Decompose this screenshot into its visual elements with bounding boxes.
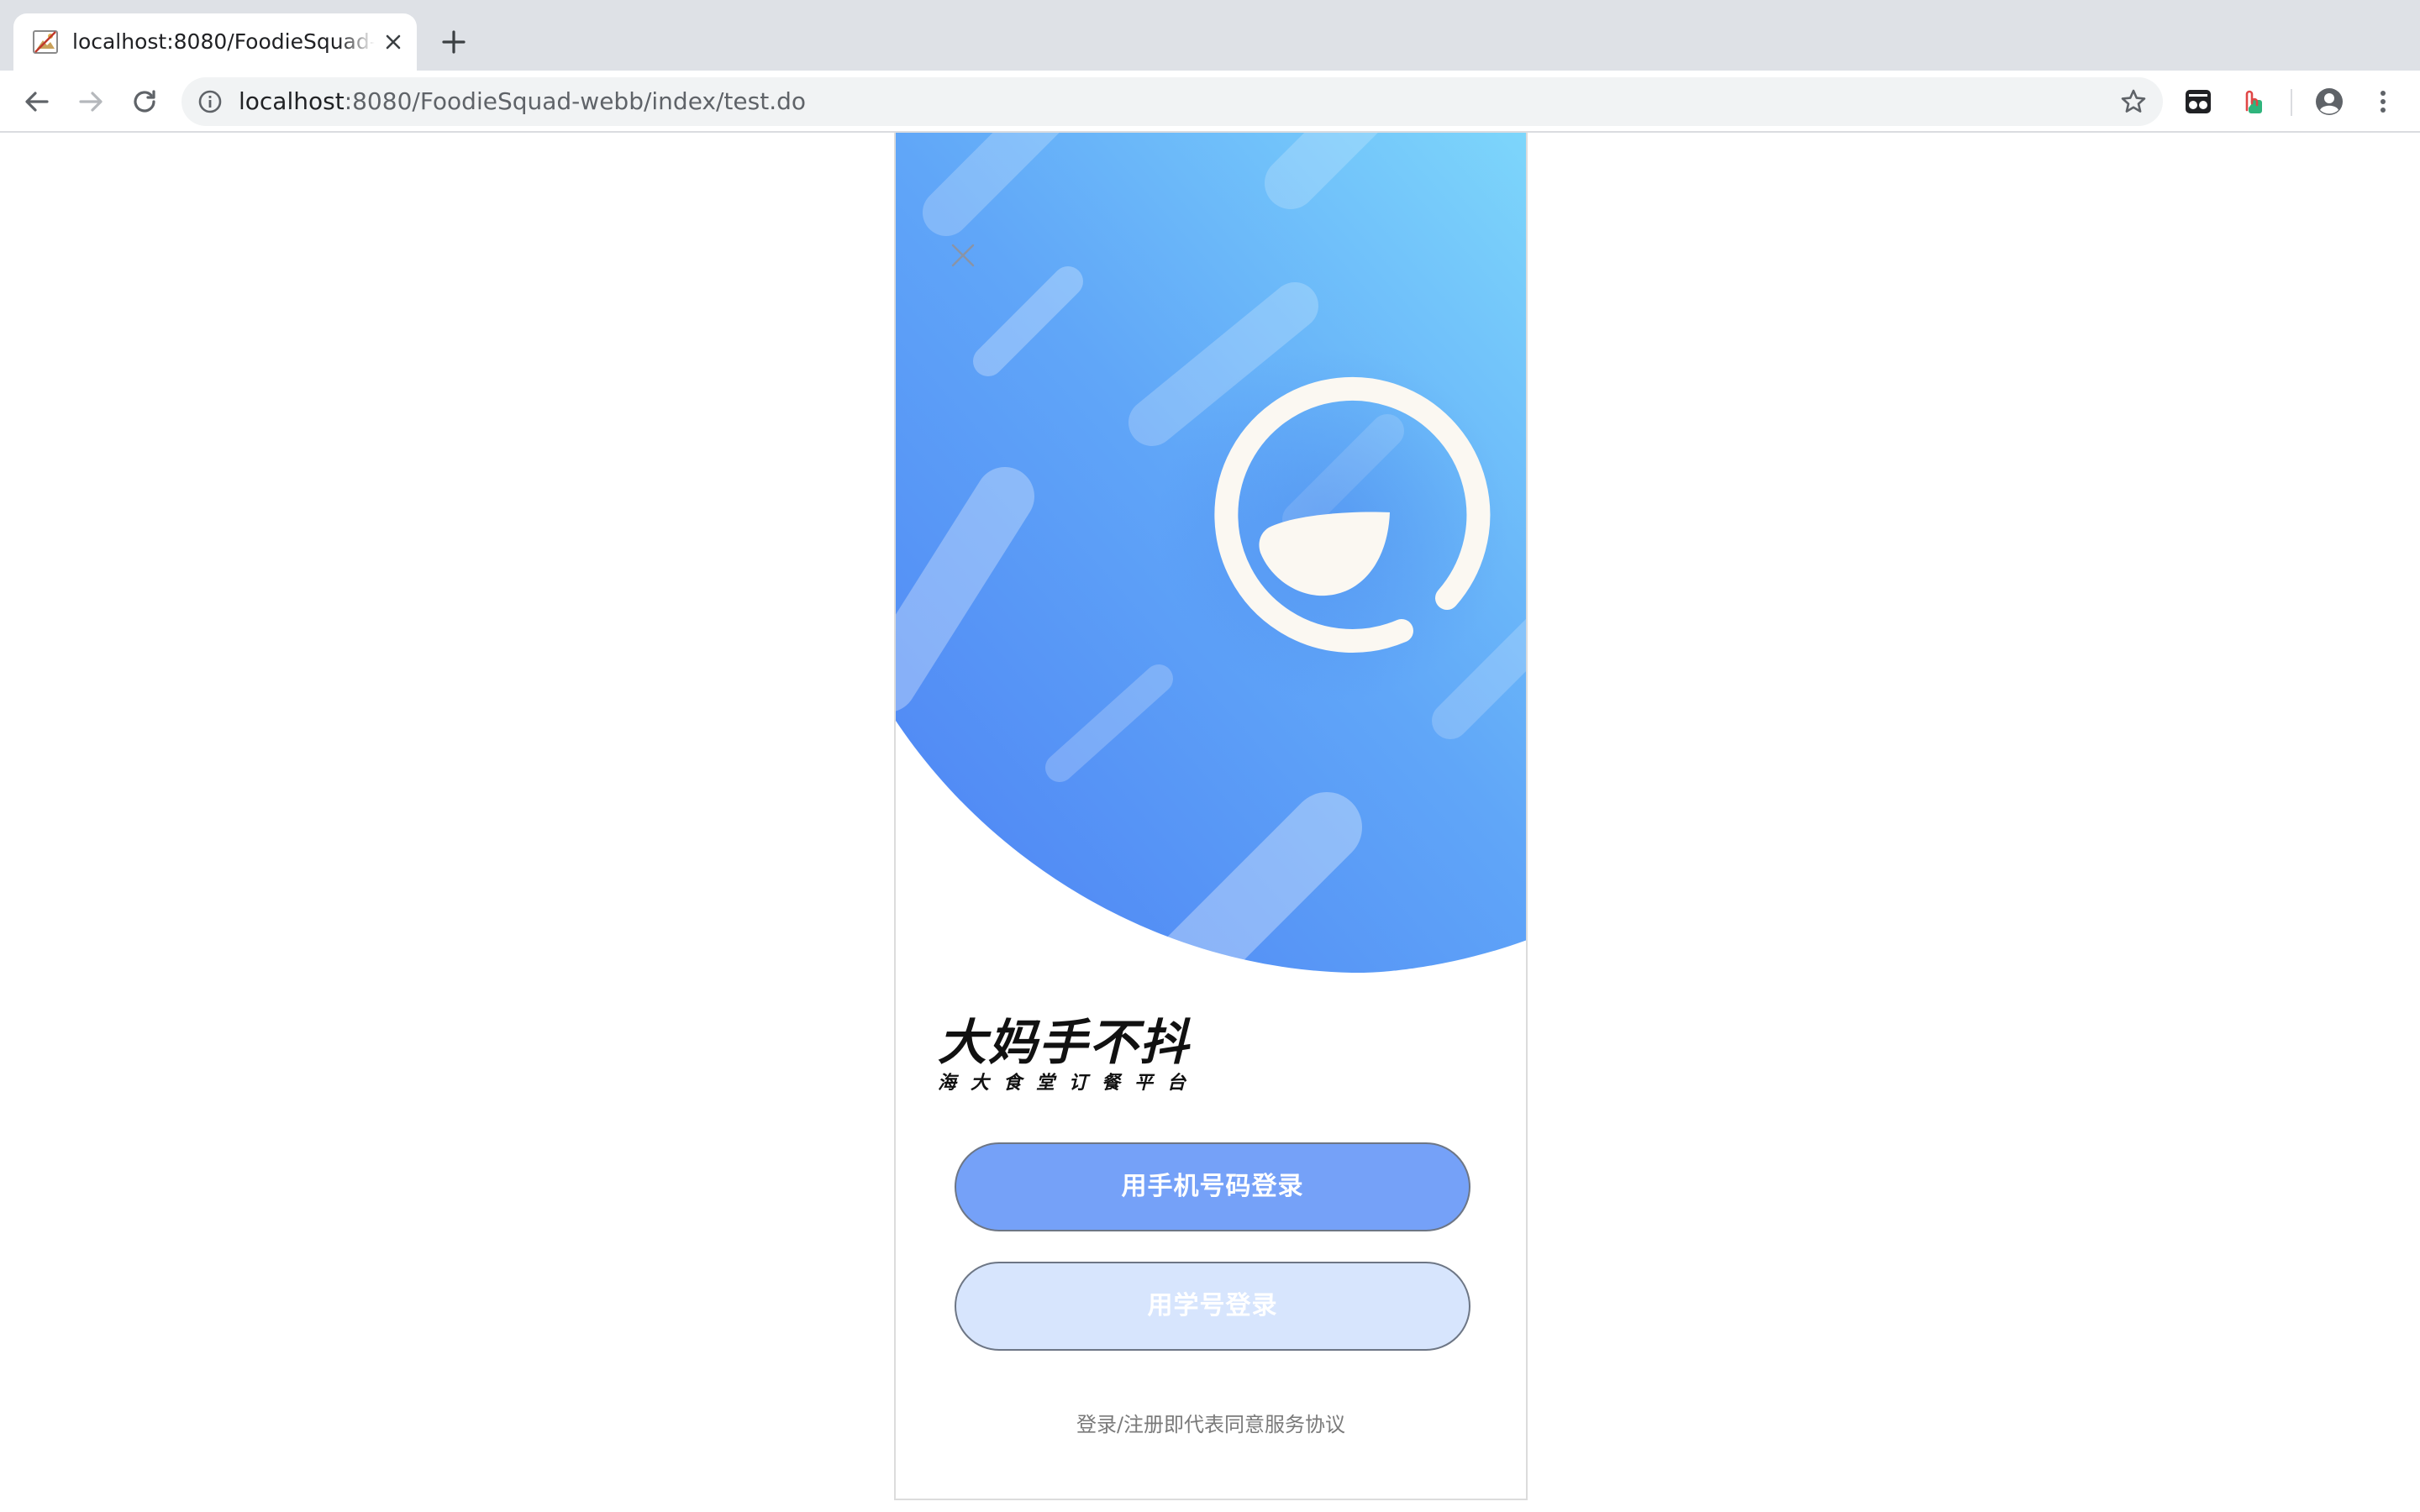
forward-arrow-icon[interactable] — [74, 85, 108, 118]
touch-extension-icon[interactable] — [2237, 87, 2267, 117]
brand-subtitle: 海大食堂订餐平台 — [938, 1073, 1201, 1094]
url-host: localhost — [239, 87, 345, 115]
brand-title: 大妈手不抖 — [938, 1014, 1191, 1071]
page-viewport: 大妈手不抖 海大食堂订餐平台 用手机号码登录 用学号登录 登录/注册即代表同意服… — [0, 133, 2420, 1512]
tab-strip: localhost:8080/FoodieSquad-webb/index/te… — [0, 0, 2420, 71]
site-info-icon[interactable] — [197, 88, 224, 115]
url-text[interactable]: localhost:8080/FoodieSquad-webb/index/te… — [239, 77, 806, 126]
close-icon[interactable] — [948, 240, 978, 270]
extension-icon[interactable] — [2183, 87, 2213, 117]
tab-title: localhost:8080/FoodieSquad-webb/index/te… — [72, 29, 375, 54]
browser-toolbar: localhost:8080/FoodieSquad-webb/index/te… — [0, 71, 2420, 133]
bookmark-star-icon[interactable] — [2119, 87, 2148, 116]
page-favicon-icon — [33, 30, 58, 54]
toolbar-divider — [2291, 89, 2292, 116]
mobile-frame: 大妈手不抖 海大食堂订餐平台 用手机号码登录 用学号登录 登录/注册即代表同意服… — [894, 133, 1528, 1500]
url-path: :8080/FoodieSquad-webb/index/test.do — [344, 87, 807, 115]
back-arrow-icon[interactable] — [20, 85, 54, 118]
phone-login-button[interactable]: 用手机号码登录 — [955, 1142, 1470, 1231]
student-id-login-button[interactable]: 用学号登录 — [955, 1262, 1470, 1351]
hero-banner — [896, 133, 1526, 973]
close-icon[interactable] — [381, 30, 405, 54]
kebab-menu-icon[interactable] — [2368, 87, 2398, 117]
plus-icon[interactable] — [437, 25, 471, 59]
reload-icon[interactable] — [128, 85, 161, 118]
address-bar[interactable]: localhost:8080/FoodieSquad-webb/index/te… — [182, 77, 2163, 126]
service-agreement-text[interactable]: 登录/注册即代表同意服务协议 — [896, 1411, 1526, 1438]
browser-tab[interactable]: localhost:8080/FoodieSquad-webb/index/te… — [13, 13, 417, 71]
profile-avatar-icon[interactable] — [2314, 87, 2344, 117]
